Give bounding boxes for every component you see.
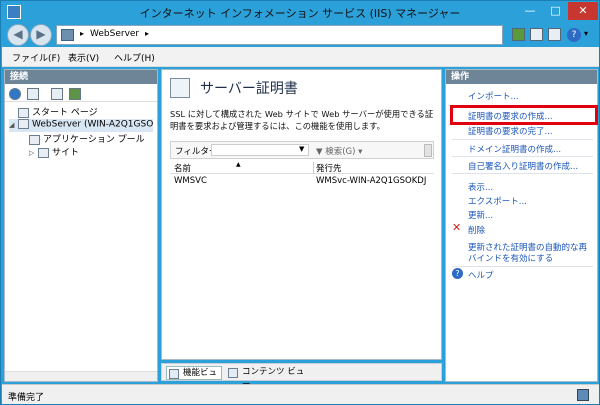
action-renew[interactable]: 更新... xyxy=(468,209,493,221)
connections-scrollbar[interactable] xyxy=(5,371,157,381)
separator xyxy=(452,139,593,140)
start-page-icon xyxy=(18,107,29,118)
home-icon[interactable] xyxy=(548,28,561,41)
filter-dropdown-icon[interactable]: ▼ xyxy=(299,145,304,153)
certificates-table: 名前 ▲ 発行先 WMSVC WMSvc-WIN-A2Q1GSOKDJ xyxy=(170,161,434,187)
separator xyxy=(452,266,593,267)
menu-help[interactable]: ヘルプ(H) xyxy=(114,51,155,64)
action-create-cert-request[interactable]: 証明書の要求の作成... xyxy=(468,110,553,122)
save-icon[interactable] xyxy=(27,88,39,100)
title-bar: インターネット インフォメーション サービス (IIS) マネージャー — □ … xyxy=(1,1,599,23)
cell-issued-to: WMSvc-WIN-A2Q1GSOKDJ xyxy=(316,176,427,186)
table-row[interactable]: WMSVC WMSvc-WIN-A2Q1GSOKDJ xyxy=(170,174,434,187)
server-icon xyxy=(18,119,29,129)
separator xyxy=(452,156,593,157)
tab-features-view[interactable]: 機能ビュー xyxy=(166,366,222,391)
tree-item-app-pools[interactable]: アプリケーション プール xyxy=(29,132,145,145)
network-status-icon xyxy=(577,389,589,401)
sites-folder-icon xyxy=(38,147,49,158)
action-create-domain-cert[interactable]: ドメイン証明書の作成... xyxy=(468,143,561,155)
menu-file[interactable]: ファイル(F) xyxy=(12,51,60,64)
tree-item-sites[interactable]: ▷ サイト xyxy=(29,145,79,158)
breadcrumb-chevron-icon[interactable]: ▸ xyxy=(145,29,149,38)
action-create-self-signed-cert[interactable]: 自己署名入り証明書の作成... xyxy=(468,160,578,172)
collapse-icon[interactable]: ◢ xyxy=(9,121,18,129)
table-header: 名前 ▲ 発行先 xyxy=(170,161,434,174)
filter-go-button[interactable]: ▼ 検索(G) ▾ xyxy=(316,145,362,157)
action-export[interactable]: エクスポート... xyxy=(468,195,527,207)
filter-input[interactable] xyxy=(211,144,309,156)
column-divider[interactable] xyxy=(313,162,314,174)
filter-scroll-icon[interactable] xyxy=(424,144,432,157)
column-header-name[interactable]: 名前 xyxy=(174,162,191,174)
filter-bar: フィルター: ▼ ▼ 検索(G) ▾ xyxy=(170,141,434,159)
tree-item-start-page[interactable]: スタート ページ xyxy=(9,105,98,118)
help-icon[interactable]: ? xyxy=(567,28,581,42)
server-icon xyxy=(61,29,74,41)
menu-view[interactable]: 表示(V) xyxy=(68,51,99,64)
status-text: 準備完了 xyxy=(8,393,45,403)
connect-icon[interactable] xyxy=(512,28,525,41)
server-certificates-panel: サーバー証明書 SSL に対して構成された Web サイトで Web サーバーが… xyxy=(161,69,442,360)
connections-panel: 接続 スタート ページ ◢ WebServer (WIN-A2Q1GSO アプリケ… xyxy=(4,69,158,382)
help-icon[interactable]: ? xyxy=(452,268,463,279)
separator xyxy=(452,173,593,174)
connections-toolbar xyxy=(5,86,157,102)
minimize-button[interactable]: — xyxy=(517,2,543,20)
connect-server-icon[interactable] xyxy=(69,88,81,100)
menu-bar: ファイル(F) 表示(V) ヘルプ(H) xyxy=(2,47,599,67)
expand-icon[interactable]: ▷ xyxy=(29,149,38,157)
connections-header: 接続 xyxy=(5,70,157,84)
features-view-icon xyxy=(169,369,179,379)
address-field[interactable]: ▸ WebServer ▸ xyxy=(56,25,503,45)
breadcrumb-separator-icon: ▸ xyxy=(80,29,85,38)
address-bar: ◀ ▶ ▸ WebServer ▸ ? ▾ xyxy=(4,23,598,47)
app-pool-icon xyxy=(29,134,40,145)
help-dropdown-icon[interactable]: ▾ xyxy=(584,29,588,38)
action-view[interactable]: 表示... xyxy=(468,181,493,193)
folder-icon[interactable] xyxy=(51,88,63,100)
action-enable-auto-rebind-line2[interactable]: バインドを有効にする xyxy=(468,252,553,264)
content-view-icon xyxy=(228,368,238,378)
iis-manager-window: インターネット インフォメーション サービス (IIS) マネージャー — □ … xyxy=(0,0,600,405)
tab-content-view[interactable]: コンテンツ ビュー xyxy=(226,366,306,390)
maximize-button[interactable]: □ xyxy=(543,2,568,20)
page-title: サーバー証明書 xyxy=(200,81,298,97)
cell-name: WMSVC xyxy=(174,176,207,186)
delete-icon[interactable]: ✕ xyxy=(452,222,461,233)
action-complete-cert-request[interactable]: 証明書の要求の完了... xyxy=(468,125,553,137)
stop-icon[interactable] xyxy=(530,28,543,41)
connect-globe-icon[interactable] xyxy=(9,88,21,100)
breadcrumb-webserver[interactable]: WebServer xyxy=(90,29,139,39)
tree-item-webserver[interactable]: ◢ WebServer (WIN-A2Q1GSO xyxy=(9,119,154,132)
close-button[interactable]: ✕ xyxy=(568,2,598,20)
action-import[interactable]: インポート... xyxy=(468,90,519,102)
view-tabs: 機能ビュー コンテンツ ビュー xyxy=(161,363,442,391)
action-help[interactable]: ヘルプ xyxy=(468,269,494,281)
certificate-icon xyxy=(170,78,190,98)
page-description: SSL に対して構成された Web サイトで Web サーバーが使用できる証明書… xyxy=(170,109,434,131)
actions-header: 操作 xyxy=(446,70,597,84)
status-bar: 準備完了 xyxy=(2,384,599,404)
sort-ascending-icon: ▲ xyxy=(236,161,241,168)
column-header-issued-to[interactable]: 発行先 xyxy=(316,162,342,174)
window-title: インターネット インフォメーション サービス (IIS) マネージャー xyxy=(139,7,461,20)
back-button[interactable]: ◀ xyxy=(7,24,29,46)
action-delete[interactable]: 削除 xyxy=(468,224,485,236)
actions-panel: 操作 インポート... 証明書の要求の作成... 証明書の要求の完了... ドメ… xyxy=(445,69,598,382)
forward-button[interactable]: ▶ xyxy=(30,24,52,46)
